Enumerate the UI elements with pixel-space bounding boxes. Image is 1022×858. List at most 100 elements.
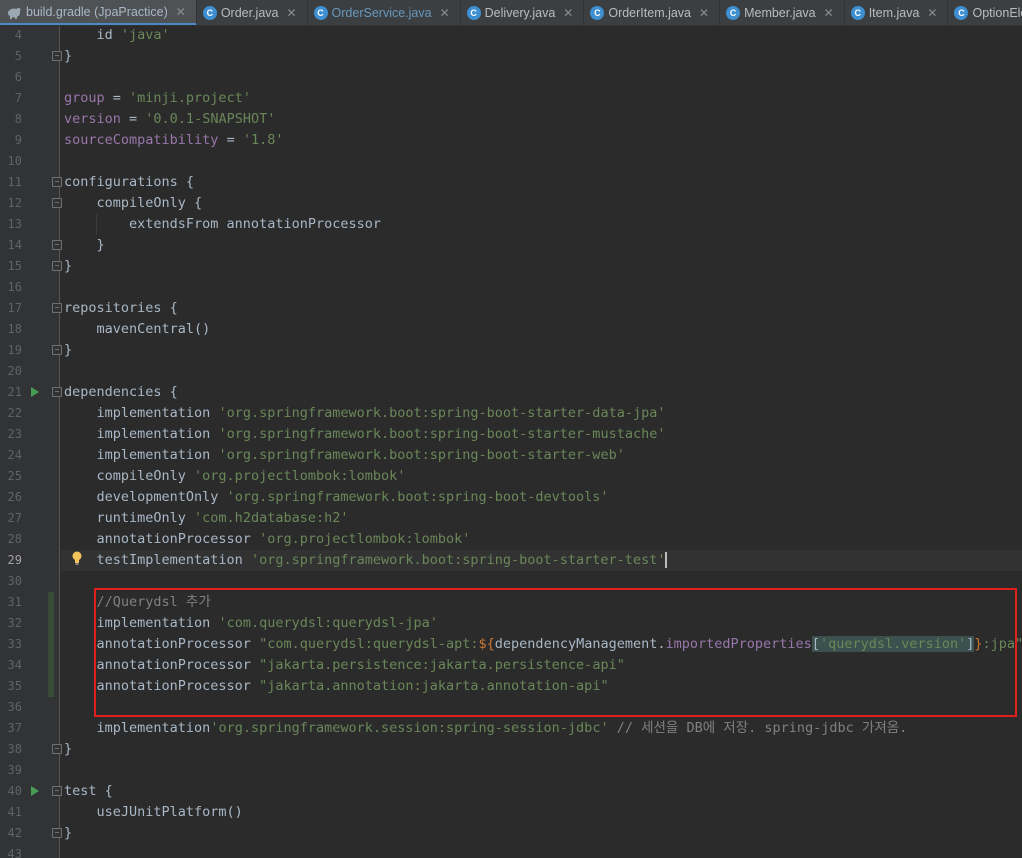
tab-item-java[interactable]: C Item.java ✕ (845, 0, 949, 25)
line-number: 6 (14, 70, 22, 84)
code-line: mavenCentral() (64, 319, 211, 340)
code-token: sourceCompatibility (64, 132, 219, 148)
code-token: 'com.h2database:h2' (194, 510, 349, 526)
line-number: 31 (7, 595, 22, 609)
code-token: // 세션을 DB에 저장. spring-jdbc 가져옴. (608, 720, 908, 736)
line-number: 34 (7, 658, 22, 672)
code-token: } (64, 237, 105, 253)
code-token: } (64, 342, 73, 358)
code-line: } (64, 739, 72, 760)
tab-label: Order.java (220, 6, 279, 20)
line-number: 8 (14, 112, 22, 126)
line-number: 7 (14, 91, 22, 105)
class-icon: C (466, 6, 481, 20)
code-line: useJUnitPlatform() (64, 802, 243, 823)
line-number: 33 (7, 637, 22, 651)
line-number: 12 (7, 196, 22, 210)
line-number: 23 (7, 427, 22, 441)
code-token: version (64, 111, 121, 127)
run-gutter-icon[interactable] (31, 387, 39, 397)
code-line: annotationProcessor 'org.projectlombok:l… (64, 529, 471, 550)
tab-orderitem-java[interactable]: C OrderItem.java ✕ (584, 0, 721, 25)
tab-label: build.gradle (JpaPractice) (26, 4, 168, 19)
code-token: 'java' (120, 27, 170, 43)
class-icon: C (313, 6, 328, 20)
code-token: 'org.projectlombok:lombok' (259, 531, 471, 547)
vcs-change-marker (48, 634, 54, 655)
code-line: sourceCompatibility = '1.8' (64, 130, 283, 151)
line-number: 15 (7, 259, 22, 273)
line-number: 5 (14, 49, 22, 63)
class-icon: C (590, 6, 605, 20)
line-number: 37 (7, 721, 22, 735)
tab-member-java[interactable]: C Member.java ✕ (720, 0, 845, 25)
code-line: id 'java' (64, 25, 170, 46)
code-token: compileOnly { (64, 195, 203, 211)
vcs-change-marker (48, 676, 54, 697)
close-tab-icon[interactable]: ✕ (174, 5, 190, 19)
close-tab-icon[interactable]: ✕ (697, 6, 713, 20)
annotation-highlight-box (94, 588, 1017, 717)
tab-label: Item.java (868, 6, 920, 20)
tab-optionelement-java[interactable]: COptionElement.java✕ (948, 0, 1022, 25)
tab-build-gradle-jpapractice[interactable]: build.gradle (JpaPractice) ✕ (0, 0, 197, 25)
code-token: useJUnitPlatform() (64, 804, 243, 820)
code-token: = (104, 90, 130, 106)
code-line: } (64, 235, 105, 256)
code-line: testImplementation 'org.springframework.… (64, 550, 668, 571)
code-token: 'org.springframework.session:spring-sess… (210, 720, 609, 736)
line-number: 13 (7, 217, 22, 231)
editor-tab-bar: build.gradle (JpaPractice) ✕ C Order.java ✕ C… (0, 0, 1022, 26)
text-caret (665, 552, 668, 568)
run-gutter-icon[interactable] (31, 786, 39, 796)
code-line: configurations { (64, 172, 194, 193)
code-line: version = '0.0.1-SNAPSHOT' (64, 109, 275, 130)
code-line: } (64, 256, 72, 277)
class-icon: C (202, 6, 217, 20)
close-tab-icon[interactable]: ✕ (822, 6, 838, 20)
tab-order-java[interactable]: C Order.java ✕ (197, 0, 308, 25)
code-token: id (64, 27, 121, 43)
close-tab-icon[interactable]: ✕ (561, 6, 577, 20)
close-tab-icon[interactable]: ✕ (284, 6, 300, 20)
class-icon: C (726, 6, 741, 20)
line-number: 17 (7, 301, 22, 315)
code-token: } (64, 48, 73, 64)
tab-delivery-java[interactable]: C Delivery.java ✕ (461, 0, 585, 25)
line-number: 32 (7, 616, 22, 630)
code-line: implementation 'org.springframework.boot… (64, 424, 666, 445)
close-tab-icon[interactable]: ✕ (925, 6, 941, 20)
code-editor[interactable]: id 'java'} group = 'minji.project' version… (61, 26, 1022, 858)
line-number: 21 (7, 385, 22, 399)
code-token: implementation (64, 405, 219, 421)
line-number: 29 (7, 553, 22, 567)
line-number: 27 (7, 511, 22, 525)
line-number: 19 (7, 343, 22, 357)
line-number: 20 (7, 364, 22, 378)
line-number: 24 (7, 448, 22, 462)
code-line: developmentOnly 'org.springframework.boo… (64, 487, 609, 508)
tab-label: Member.java (744, 6, 816, 20)
line-number: 16 (7, 280, 22, 294)
close-tab-icon[interactable]: ✕ (438, 6, 454, 20)
line-number: 26 (7, 490, 22, 504)
code-line: dependencies { (64, 382, 178, 403)
tab-label: OrderItem.java (608, 6, 692, 20)
code-line: implementation 'org.springframework.boot… (64, 403, 666, 424)
code-token: test { (64, 783, 113, 799)
code-token: 'org.springframework.boot:spring-boot-st… (218, 405, 666, 421)
intention-bulb-icon[interactable] (72, 551, 82, 565)
tab-orderservice-java[interactable]: C OrderService.java ✕ (308, 0, 461, 25)
editor-gutter: 4 5−6 7 8 9 10 11−12−13 14−15−16 17−18 19−20 21−22… (0, 26, 62, 858)
code-line: implementation'org.springframework.sessi… (64, 718, 908, 739)
line-number: 25 (7, 469, 22, 483)
gradle-icon (8, 7, 21, 19)
code-line: } (64, 823, 72, 844)
code-token: mavenCentral() (64, 321, 211, 337)
code-token: } (64, 741, 73, 757)
code-token: dependencies { (64, 384, 178, 400)
code-token: 'minji.project' (129, 90, 251, 106)
line-number: 41 (7, 805, 22, 819)
code-token: 'org.springframework.boot:spring-boot-st… (218, 426, 666, 442)
vcs-change-marker (48, 592, 54, 613)
